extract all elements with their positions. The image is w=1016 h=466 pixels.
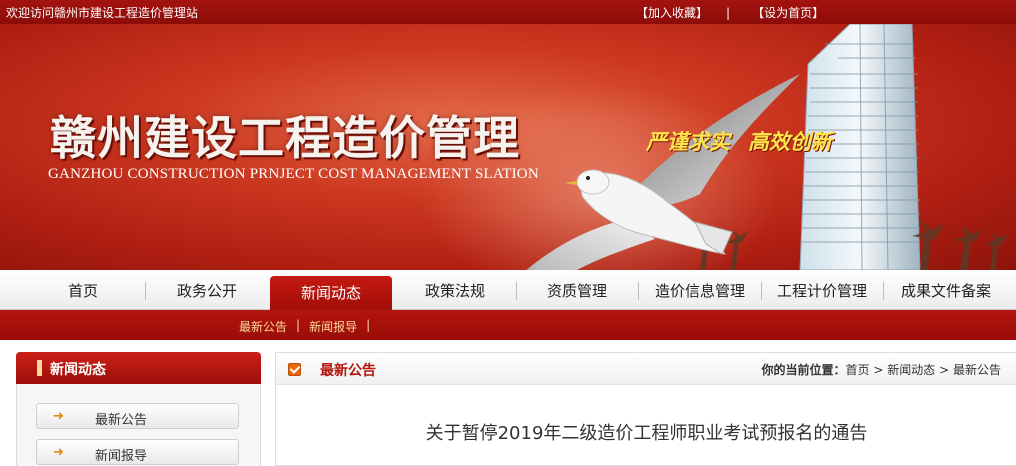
arrow-right-icon: ➜ — [53, 445, 64, 460]
breadcrumb-news[interactable]: 新闻动态 — [887, 363, 935, 377]
content-header: 最新公告 你的当前位置：首页 > 新闻动态 > 最新公告 — [276, 353, 1016, 385]
nav-item-government[interactable]: 政务公开 — [148, 270, 266, 310]
sidebar-header-marker — [37, 360, 42, 376]
subnav-news-report[interactable]: 新闻报导 — [309, 318, 357, 335]
nav-item-news[interactable]: 新闻动态 — [270, 276, 392, 310]
nav-divider — [145, 282, 146, 300]
breadcrumb: 你的当前位置：首页 > 新闻动态 > 最新公告 — [762, 361, 1002, 378]
welcome-text: 欢迎访问赣州市建设工程造价管理站 — [6, 6, 199, 20]
top-bar: 欢迎访问赣州市建设工程造价管理站 【加入收藏】 | 【设为首页】 — [0, 0, 1016, 24]
slogan-part-1: 严谨求实 — [646, 130, 730, 154]
article-title[interactable]: 关于暂停2019年二级造价工程师职业考试预报名的通告 — [276, 419, 1016, 445]
nav-item-home[interactable]: 首页 — [24, 270, 142, 310]
nav-divider — [638, 282, 639, 300]
breadcrumb-separator: > — [939, 363, 950, 377]
content-panel: 最新公告 你的当前位置：首页 > 新闻动态 > 最新公告 关于暂停2019年二级… — [275, 352, 1016, 466]
top-links: 【加入收藏】 | 【设为首页】 — [636, 4, 824, 21]
slogan-part-2: 高效创新 — [748, 130, 832, 154]
sidebar-item-label: 最新公告 — [95, 413, 148, 428]
main-nav: 首页 政务公开 新闻动态 政策法规 资质管理 造价信息管理 工程计价管理 成果文… — [0, 270, 1016, 310]
site-title-en: GANZHOU CONSTRUCTION PRNJECT COST MANAGE… — [48, 166, 539, 182]
add-favorite-link[interactable]: 【加入收藏】 — [636, 4, 708, 21]
nav-item-policy[interactable]: 政策法规 — [396, 270, 514, 310]
subnav-latest-notice[interactable]: 最新公告 — [239, 318, 287, 335]
sidebar-item-latest-notice[interactable]: ➜ 最新公告 — [36, 403, 239, 429]
breadcrumb-separator: > — [873, 363, 884, 377]
sidebar-item-label: 新闻报导 — [95, 449, 148, 464]
nav-divider — [516, 282, 517, 300]
seagull-image — [526, 74, 800, 270]
content-title: 最新公告 — [320, 363, 376, 379]
nav-item-pricing[interactable]: 工程计价管理 — [762, 270, 882, 310]
sidebar-title: 新闻动态 — [50, 362, 106, 378]
breadcrumb-label: 你的当前位置： — [761, 363, 846, 377]
subnav-separator: | — [366, 318, 371, 332]
sub-nav-links: 最新公告 | 新闻报导 | — [239, 318, 379, 335]
nav-item-filing[interactable]: 成果文件备案 — [884, 270, 1008, 310]
checkbox-icon — [288, 363, 301, 376]
site-title-cn: 赣州建设工程造价管理 — [50, 111, 520, 165]
site-slogan: 严谨求实 高效创新 — [646, 126, 832, 156]
sidebar-item-news-report[interactable]: ➜ 新闻报导 — [36, 439, 239, 465]
arrow-right-icon: ➜ — [53, 409, 64, 424]
subnav-separator: | — [296, 318, 301, 332]
top-links-separator: | — [726, 5, 731, 20]
nav-item-qualification[interactable]: 资质管理 — [518, 270, 636, 310]
sidebar-header: 新闻动态 — [16, 352, 261, 384]
set-homepage-link[interactable]: 【设为首页】 — [752, 4, 824, 21]
breadcrumb-current: 最新公告 — [952, 363, 1001, 377]
nav-item-cost-info[interactable]: 造价信息管理 — [640, 270, 760, 310]
breadcrumb-home[interactable]: 首页 — [846, 363, 870, 377]
site-banner: 赣州建设工程造价管理 GANZHOU CONSTRUCTION PRNJECT … — [0, 24, 1016, 270]
sub-nav: 最新公告 | 新闻报导 | — [0, 310, 1016, 340]
